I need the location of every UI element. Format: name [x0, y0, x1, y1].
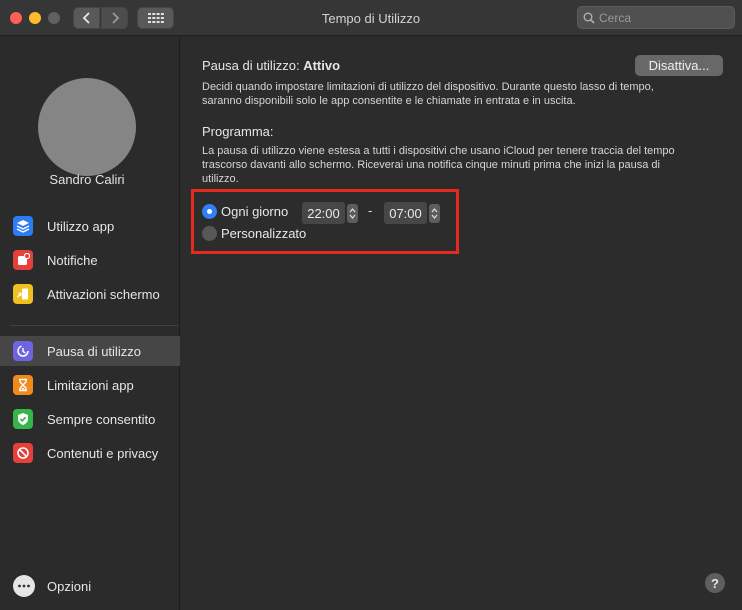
status-value: Attivo [303, 58, 341, 73]
status-description-line: saranno disponibili solo le app consenti… [202, 95, 576, 107]
custom-option[interactable]: Personalizzato [202, 226, 306, 241]
main-panel: Pausa di utilizzo: Attivo Disattiva... D… [181, 37, 742, 610]
sidebar-item-label: Utilizzo app [47, 218, 115, 234]
help-button[interactable]: ? [705, 573, 725, 593]
status-description-line: Decidi quando impostare limitazioni di u… [202, 81, 654, 93]
schedule-description-line: La pausa di utilizzo viene estesa a tutt… [202, 145, 675, 157]
schedule-description-line: trascorso davanti allo schermo. Ricevera… [202, 159, 660, 171]
avatar [38, 78, 136, 176]
custom-label: Personalizzato [221, 226, 307, 241]
stepper-arrows-icon [349, 207, 356, 219]
notification-icon [13, 250, 33, 270]
sidebar-item-pickups[interactable]: Attivazioni schermo [0, 279, 180, 309]
end-time-field[interactable]: 07:00 [384, 202, 440, 224]
sidebar-item-label: Notifiche [47, 252, 98, 268]
every-day-label: Ogni giorno [221, 204, 289, 219]
search-input[interactable] [599, 10, 727, 25]
no-entry-icon [13, 443, 33, 463]
status-description: Decidi quando impostare limitazioni di u… [202, 80, 732, 108]
sidebar-item-downtime[interactable]: Pausa di utilizzo [0, 336, 180, 366]
checkmark-shield-icon [13, 409, 33, 429]
radio-selected-icon[interactable] [202, 204, 217, 219]
sidebar-item-always-allowed[interactable]: Sempre consentito [0, 404, 180, 434]
ellipsis-icon [13, 575, 35, 597]
sidebar-item-app-usage[interactable]: Utilizzo app [0, 211, 180, 241]
time-separator: - [368, 203, 373, 218]
end-time-stepper[interactable] [429, 203, 440, 223]
end-time-input[interactable]: 07:00 [384, 202, 427, 224]
every-day-option[interactable]: Ogni giorno [202, 204, 288, 219]
sidebar-item-label: Contenuti e privacy [47, 445, 159, 461]
user-name: Sandro Caliri [49, 172, 125, 187]
schedule-description: La pausa di utilizzo viene estesa a tutt… [202, 144, 732, 186]
options-button[interactable]: Opzioni [0, 571, 180, 601]
sidebar-item-content-privacy[interactable]: Contenuti e privacy [0, 438, 180, 468]
start-time-input[interactable]: 22:00 [302, 202, 345, 224]
layers-icon [13, 216, 33, 236]
sidebar-divider [10, 325, 178, 326]
search-icon [583, 12, 595, 24]
radio-unselected-icon[interactable] [202, 226, 217, 241]
sidebar-item-label: Sempre consentito [47, 411, 156, 427]
sidebar-item-notifications[interactable]: Notifiche [0, 245, 180, 275]
start-time-field[interactable]: 22:00 [302, 202, 358, 224]
sidebar-item-label: Limitazioni app [47, 377, 134, 393]
stepper-arrows-icon [431, 207, 438, 219]
sidebar-item-app-limits[interactable]: Limitazioni app [0, 370, 180, 400]
hourglass-icon [13, 375, 33, 395]
sidebar-item-label: Attivazioni schermo [47, 286, 160, 302]
downtime-icon [13, 341, 33, 361]
deactivate-button[interactable]: Disattiva... [635, 55, 723, 76]
status-label: Pausa di utilizzo: [202, 58, 300, 73]
schedule-description-line: utilizzo. [202, 173, 239, 185]
sidebar-item-label: Pausa di utilizzo [47, 343, 141, 359]
sidebar: Sandro Caliri Utilizzo app Notifiche Att… [0, 37, 180, 610]
pickup-icon [13, 284, 33, 304]
options-label: Opzioni [47, 578, 92, 594]
schedule-title: Programma: [202, 124, 274, 139]
search-field[interactable] [577, 6, 735, 29]
title-bar: Tempo di Utilizzo [0, 0, 742, 36]
downtime-status: Pausa di utilizzo: Attivo [202, 58, 340, 73]
start-time-stepper[interactable] [347, 203, 358, 223]
